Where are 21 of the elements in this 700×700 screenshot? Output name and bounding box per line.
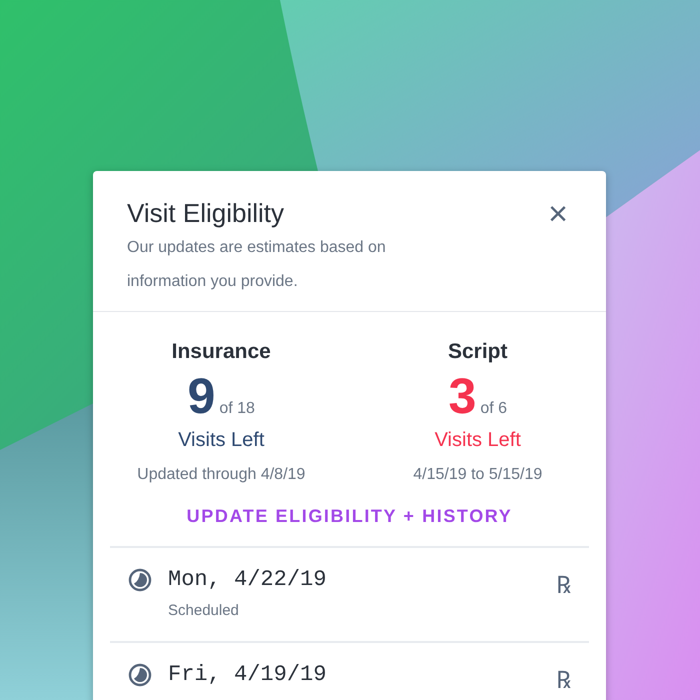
prescription-mark: ℞	[556, 571, 571, 602]
stat-note: 4/15/19 to 5/15/19	[413, 465, 542, 486]
dialog-title: Visit Eligibility	[127, 197, 286, 230]
visit-total: of 18	[219, 399, 255, 420]
stat-note: Updated through 4/8/19	[137, 465, 306, 486]
visit-count: 3	[448, 371, 476, 422]
stat-label: Script	[448, 338, 508, 365]
clock-icon	[128, 662, 152, 687]
visits-left-label: Visits Left	[178, 428, 264, 454]
visit-date: Mon, 4/22/19	[168, 568, 328, 592]
prescription-mark: ℞	[556, 666, 571, 696]
visit-status: Scheduled	[168, 601, 240, 622]
close-button[interactable]: ×	[544, 197, 572, 231]
visit-count: 9	[188, 371, 216, 422]
update-eligibility-link[interactable]: UPDATE ELIGIBILITY + HISTORY	[186, 506, 512, 526]
dialog-subtitle: Our updates are estimates based on information you provide.	[127, 238, 387, 292]
visit-date: Fri, 4/19/19	[168, 662, 328, 688]
stat-label: Insurance	[172, 338, 271, 365]
visit-total: of 6	[480, 399, 507, 420]
clock-icon	[128, 568, 152, 592]
visits-left-label: Visits Left	[434, 428, 521, 454]
